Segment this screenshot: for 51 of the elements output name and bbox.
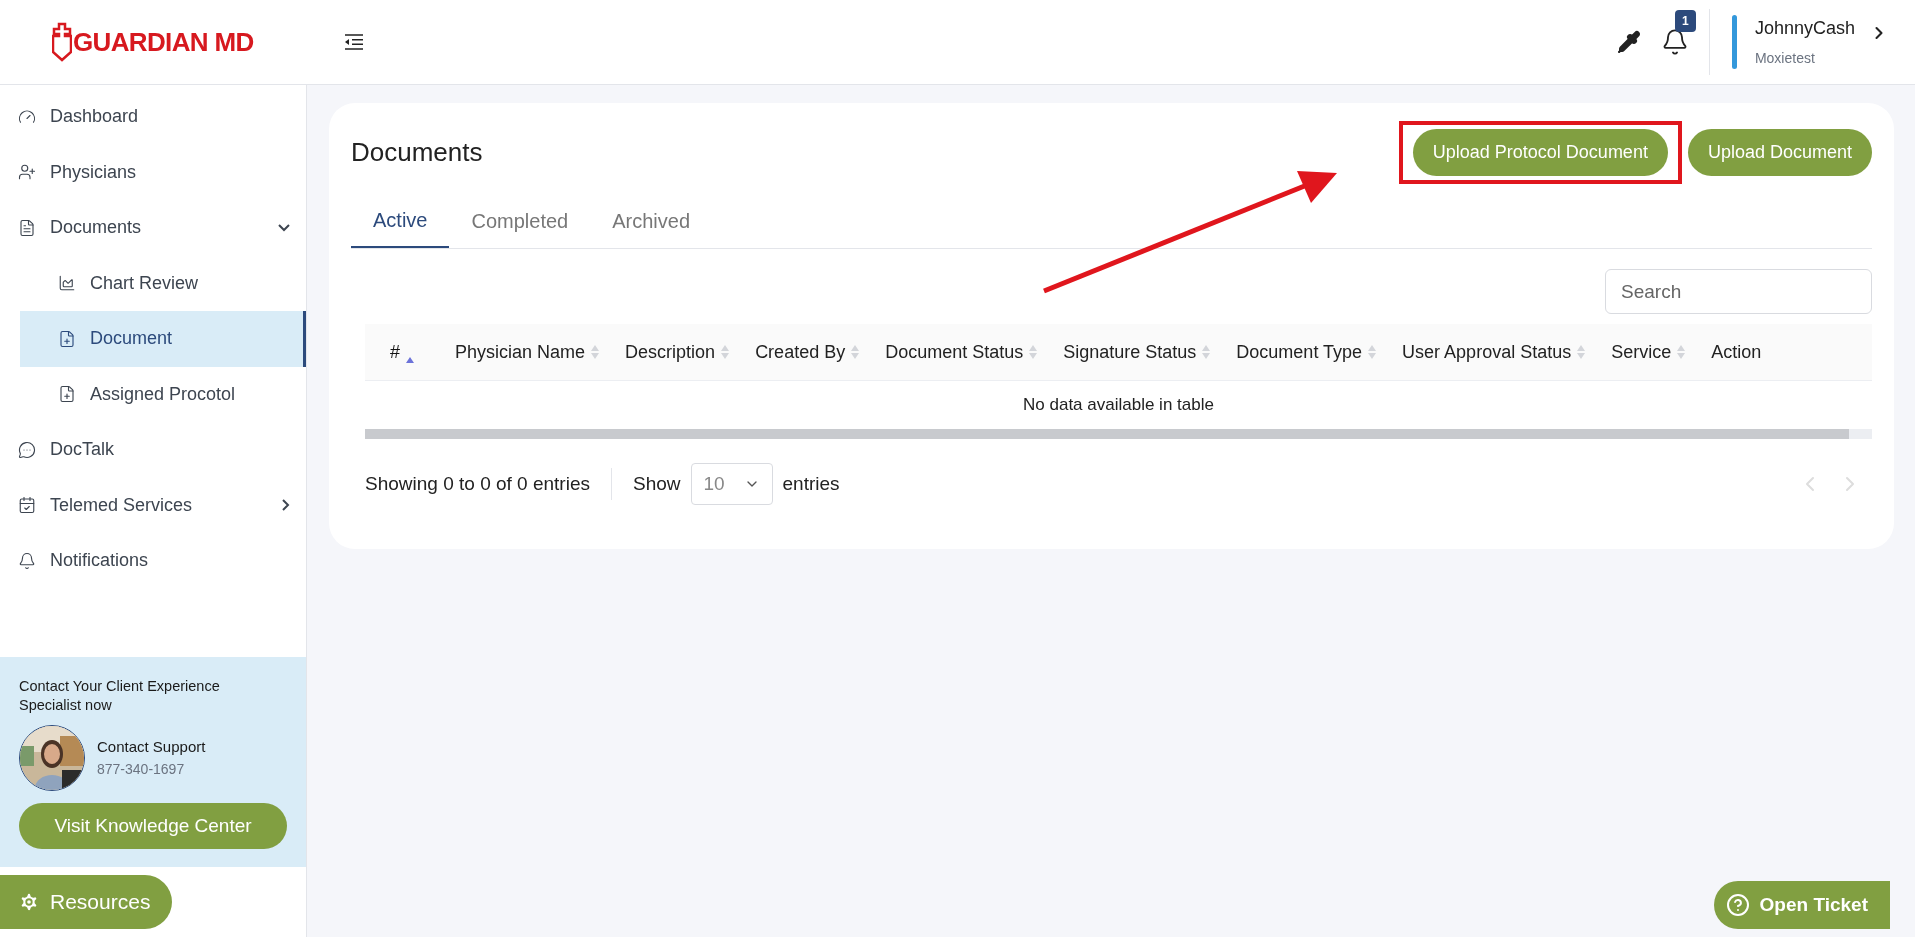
horizontal-scrollbar[interactable] [365, 429, 1872, 439]
collapse-menu-icon[interactable] [344, 34, 364, 50]
sidebar-item[interactable]: Physicians [0, 144, 306, 200]
document-icon [18, 218, 36, 237]
sidebar-item[interactable]: Chart Review [20, 255, 306, 311]
shield-cross-icon [52, 22, 72, 62]
card-title: Documents [351, 136, 483, 169]
file-plus-icon [58, 385, 76, 404]
file-plus-icon [58, 329, 76, 348]
user-name: JohnnyCash [1754, 17, 1855, 40]
sidebar-item[interactable]: Assigned Procotol [20, 366, 306, 422]
sidebar-item[interactable]: Dashboard [0, 89, 306, 145]
tab[interactable]: Archived [590, 194, 712, 248]
gauge-icon [18, 107, 36, 126]
area-chart-icon [58, 274, 76, 293]
page-size-select[interactable]: 10 [690, 463, 773, 505]
bell-icon [18, 551, 36, 570]
help-icon [1725, 893, 1750, 917]
column-header[interactable]: Service [1598, 338, 1699, 366]
user-plus-icon [18, 163, 36, 182]
sidebar-item[interactable]: Notifications [0, 533, 306, 589]
show-label: Show [633, 471, 681, 496]
sidebar-item[interactable]: DocTalk [0, 422, 306, 478]
column-header[interactable]: Created By [742, 338, 873, 366]
column-header[interactable]: User Approval Status [1389, 338, 1599, 366]
calendar-check-icon [18, 496, 36, 515]
entries-label: entries [782, 471, 840, 496]
sidebar-item[interactable]: Telemed Services [0, 477, 306, 533]
column-header[interactable]: Description [612, 338, 743, 366]
notification-badge: 1 [1674, 10, 1696, 32]
sidebar-item[interactable]: Documents [0, 200, 306, 256]
empty-table-message: No data available in table [1022, 394, 1215, 417]
entries-info: Showing 0 to 0 of 0 entries [365, 471, 590, 496]
column-header[interactable]: Action [1698, 338, 1775, 366]
settings-icon [18, 891, 40, 913]
brand-logo: GUARDIAN MD [73, 25, 254, 59]
user-organization: Moxietest [1754, 49, 1816, 68]
contact-name: Contact Support [97, 737, 206, 758]
tab[interactable]: Completed [449, 194, 591, 248]
search-field[interactable]: Search [1605, 269, 1872, 314]
sidebar-item[interactable]: Document [20, 311, 306, 367]
tab[interactable]: Active [351, 194, 450, 248]
column-header[interactable]: Document Type [1223, 338, 1390, 366]
contact-phone: 877-340-1697 [97, 759, 186, 779]
contact-text: Contact Your Client Experience Specialist now [19, 677, 221, 715]
column-header[interactable]: Physician Name [442, 338, 613, 366]
column-header[interactable]: # [365, 338, 442, 366]
column-header[interactable]: Document Status [872, 338, 1051, 366]
column-header[interactable]: Signature Status [1050, 338, 1224, 366]
eyedropper-icon[interactable] [1616, 30, 1641, 54]
chat-bubble-icon [18, 440, 36, 459]
